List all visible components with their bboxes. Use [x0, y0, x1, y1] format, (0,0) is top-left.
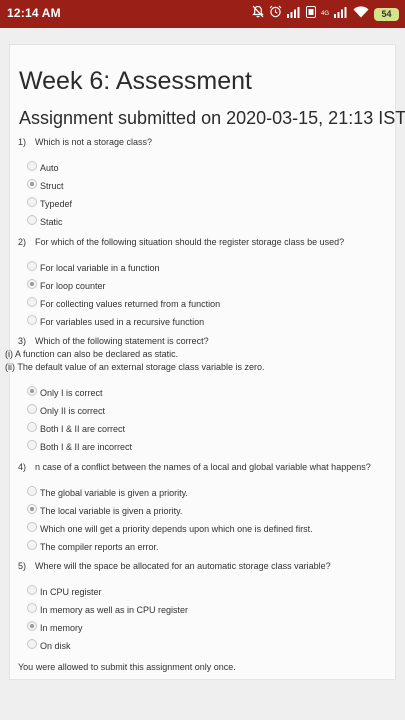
- radio-button[interactable]: [27, 603, 37, 613]
- option-label: On disk: [40, 641, 71, 651]
- q5-option-2[interactable]: In memory as well as in CPU register: [27, 602, 189, 615]
- question-text: Which of the following statement is corr…: [35, 336, 209, 346]
- q5-option-1[interactable]: In CPU register: [27, 584, 102, 597]
- radio-button-selected[interactable]: [27, 621, 37, 631]
- page-title: Week 6: Assessment: [19, 67, 252, 95]
- volte-icon: [305, 5, 316, 23]
- q2-option-2[interactable]: For loop counter: [27, 278, 106, 291]
- signal-icon: [286, 5, 301, 23]
- q3-option-2[interactable]: Only II is correct: [27, 403, 106, 416]
- q5-option-4[interactable]: On disk: [27, 638, 71, 651]
- question-number: 1): [18, 137, 27, 147]
- alarm-icon: [269, 5, 282, 23]
- status-icons: 4G 54: [252, 5, 399, 23]
- option-label: Which one will get a priority depends up…: [40, 524, 313, 534]
- assessment-card: Week 6: Assessment Assignment submitted …: [5, 44, 405, 680]
- option-label: Both I & II are correct: [40, 424, 126, 434]
- q5-option-3[interactable]: In memory: [27, 620, 83, 633]
- q4-option-1[interactable]: The global variable is given a priority.: [27, 485, 188, 498]
- signal-icon-2: [334, 5, 348, 23]
- mute-icon: [252, 5, 264, 23]
- option-label: Struct: [40, 181, 64, 191]
- question-3: 3) Which of the following statement is co…: [18, 336, 209, 346]
- question-2: 2) For which of the following situation s…: [18, 237, 344, 247]
- option-label: Auto: [40, 163, 59, 173]
- radio-button[interactable]: [27, 486, 37, 496]
- network-type-icon: 4G: [321, 11, 329, 17]
- option-label: Only II is correct: [40, 406, 106, 416]
- question-text: Where will the space be allocated for an…: [35, 561, 331, 571]
- option-label: Typedef: [40, 199, 73, 209]
- option-label: In memory as well as in CPU register: [40, 605, 189, 615]
- q1-option-4[interactable]: Static: [27, 214, 63, 227]
- radio-button[interactable]: [27, 261, 37, 271]
- q1-option-3[interactable]: Typedef: [27, 196, 73, 209]
- q3-option-3[interactable]: Both I & II are correct: [27, 421, 126, 434]
- q1-option-2[interactable]: Struct: [27, 178, 64, 191]
- question-1: 1) Which is not a storage class?: [18, 137, 152, 147]
- radio-button-selected[interactable]: [27, 386, 37, 396]
- option-label: For local variable in a function: [40, 263, 160, 273]
- radio-button-selected[interactable]: [27, 179, 37, 189]
- option-label: In CPU register: [40, 587, 102, 597]
- option-label: For collecting values returned from a fu…: [40, 299, 221, 309]
- battery-icon: 54: [374, 7, 399, 21]
- option-label: For loop counter: [40, 281, 106, 291]
- option-label: Both I & II are incorrect: [40, 442, 133, 452]
- question-4: 4) n case of a conflict between the names…: [18, 462, 371, 472]
- q4-option-4[interactable]: The compiler reports an error.: [27, 539, 159, 552]
- option-label: The compiler reports an error.: [40, 542, 159, 552]
- radio-button-selected[interactable]: [27, 504, 37, 514]
- radio-button[interactable]: [27, 197, 37, 207]
- q2-option-1[interactable]: For local variable in a function: [27, 260, 160, 273]
- question-number: 2): [18, 237, 27, 247]
- battery-level: 54: [381, 9, 392, 19]
- submission-status: Assignment submitted on 2020-03-15, 21:1…: [19, 108, 405, 128]
- question-number: 4): [18, 462, 27, 472]
- q2-option-3[interactable]: For collecting values returned from a fu…: [27, 296, 221, 309]
- question-number: 5): [18, 561, 27, 571]
- option-label: Only I is correct: [40, 388, 103, 398]
- radio-button[interactable]: [27, 315, 37, 325]
- question-text: Which is not a storage class?: [35, 137, 153, 147]
- q1-option-1[interactable]: Auto: [27, 160, 59, 173]
- q2-option-4[interactable]: For variables used in a recursive functi…: [27, 314, 205, 327]
- question-text: For which of the following situation sho…: [35, 237, 345, 247]
- network-type-label: 4G: [320, 11, 329, 17]
- radio-button-selected[interactable]: [27, 279, 37, 289]
- option-label: For variables used in a recursive functi…: [40, 317, 205, 327]
- radio-button[interactable]: [27, 161, 37, 171]
- radio-button[interactable]: [27, 540, 37, 550]
- question-number: 3): [18, 336, 27, 346]
- radio-button[interactable]: [27, 297, 37, 307]
- question-text: n case of a conflict between the names o…: [35, 462, 371, 472]
- question-5: 5) Where will the space be allocated for …: [18, 561, 331, 571]
- option-label: Static: [40, 217, 63, 227]
- option-label: In memory: [40, 623, 83, 633]
- q4-option-3[interactable]: Which one will get a priority depends up…: [27, 521, 313, 534]
- radio-button[interactable]: [27, 585, 37, 595]
- question-3-statement-1: (i) A function can also be declared as s…: [5, 349, 179, 359]
- status-time: 12:14 AM: [7, 6, 61, 20]
- radio-button[interactable]: [27, 422, 37, 432]
- submission-note: You were allowed to submit this assignme…: [18, 662, 236, 672]
- status-bar: 12:14 AM 4G 54: [0, 0, 405, 28]
- radio-button[interactable]: [27, 440, 37, 450]
- radio-button[interactable]: [27, 215, 37, 225]
- question-3-statement-2: (ii) The default value of an external st…: [5, 362, 265, 372]
- radio-button[interactable]: [27, 404, 37, 414]
- wifi-icon: [353, 5, 369, 23]
- option-label: The global variable is given a priority.: [40, 488, 188, 498]
- radio-button[interactable]: [27, 639, 37, 649]
- q4-option-2[interactable]: The local variable is given a priority.: [27, 503, 183, 516]
- radio-button[interactable]: [27, 522, 37, 532]
- q3-option-1[interactable]: Only I is correct: [27, 385, 103, 398]
- option-label: The local variable is given a priority.: [40, 506, 183, 516]
- q3-option-4[interactable]: Both I & II are incorrect: [27, 439, 133, 452]
